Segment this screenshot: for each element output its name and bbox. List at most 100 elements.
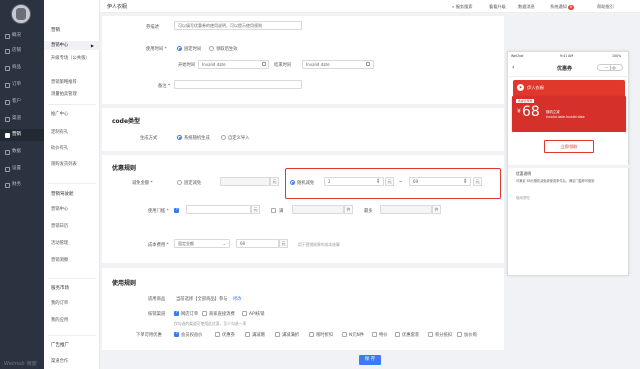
capsule-menu[interactable]: ··· | ◎ bbox=[597, 64, 623, 71]
subnav-item[interactable]: 定制有礼 bbox=[44, 128, 100, 137]
data-message-link[interactable]: 数据消息 bbox=[518, 4, 535, 10]
subnav-section-title: 广告推广 bbox=[51, 343, 69, 348]
desc-label: 券描述 bbox=[146, 25, 159, 30]
sidebar-item-finance[interactable]: 财务 bbox=[0, 179, 44, 191]
scene-label: 下单可用优惠 bbox=[136, 333, 162, 338]
cost-type-select[interactable]: 固定金额 ⌄ bbox=[174, 239, 230, 248]
max-input[interactable] bbox=[380, 205, 432, 214]
phone-title: 优惠券 bbox=[557, 66, 573, 72]
section-title: 优惠规则 bbox=[112, 165, 137, 172]
back-icon[interactable]: ‹ bbox=[512, 64, 514, 71]
desc-title: 优惠说明 bbox=[516, 171, 532, 176]
subnav-title: 营销 bbox=[51, 28, 60, 33]
scene-checkbox[interactable] bbox=[457, 332, 462, 337]
subnav-item[interactable]: 营销策略推荐 bbox=[44, 78, 100, 87]
desc-input[interactable]: 可以填写优惠券的使用说明，可以提示使用规则 bbox=[174, 21, 302, 30]
data-icon bbox=[5, 149, 10, 155]
cost-value-input[interactable]: 68 bbox=[236, 239, 279, 248]
fixed-reduce-radio[interactable] bbox=[177, 180, 182, 185]
scene-checkbox[interactable] bbox=[275, 332, 280, 337]
section-title: 使用规则 bbox=[112, 280, 137, 287]
subnav-item[interactable]: 砍价有礼 bbox=[44, 144, 100, 153]
yuan-unit: 元 bbox=[270, 177, 279, 186]
help-link[interactable]: 帮助指引 bbox=[597, 4, 614, 10]
status-bar: WeChat 9:41 AM 100% bbox=[511, 54, 622, 58]
system-random-radio[interactable] bbox=[177, 135, 182, 140]
subnav-section-title: 服务市场 bbox=[51, 286, 69, 291]
get-coupon-button[interactable]: 立即领取 bbox=[544, 140, 594, 153]
scene-checkbox[interactable] bbox=[174, 331, 179, 337]
order-icon bbox=[5, 82, 10, 88]
yuan-unit: 元 bbox=[279, 239, 288, 248]
threshold-input[interactable] bbox=[186, 205, 251, 214]
after-receive-radio[interactable] bbox=[209, 46, 214, 51]
subnav-item[interactable]: 营销洞察 bbox=[44, 256, 100, 265]
rules-title: 使用须知 bbox=[516, 196, 530, 200]
system-notice-link[interactable]: 系统通知 6 bbox=[550, 4, 575, 10]
subnav-item[interactable]: 营销日历 bbox=[44, 222, 100, 231]
sidebar-item-channels[interactable]: 渠道 bbox=[0, 113, 44, 125]
scene-checkbox[interactable] bbox=[395, 332, 400, 337]
subnav-item[interactable]: 营销中心 bbox=[44, 205, 100, 214]
sidebar-item-customers[interactable]: 客户 bbox=[0, 96, 44, 108]
scene-checkbox[interactable] bbox=[428, 332, 433, 337]
channel-checkbox[interactable] bbox=[174, 310, 179, 316]
calendar-icon[interactable] bbox=[366, 62, 370, 66]
reduce-amount-label: 减免金额 * bbox=[132, 181, 153, 186]
cost-label: 成本费用 * bbox=[148, 243, 169, 248]
coupon-amount: 68 bbox=[522, 104, 540, 120]
sidebar-item-goods[interactable]: 商品 bbox=[0, 62, 44, 74]
phone-preview: WeChat 9:41 AM 100% ‹ 优惠券 ··· | ◎ ◆ 伊人衣橱… bbox=[507, 51, 630, 276]
fixed-time-radio[interactable] bbox=[177, 46, 182, 51]
calendar-icon[interactable] bbox=[262, 62, 266, 66]
upgrade-link[interactable]: 看看升级 bbox=[489, 4, 506, 10]
top-bar: 伊人衣橱 ⌕ 服务搜索 看看升级 数据消息 系统通知 6 帮助指引 bbox=[100, 0, 640, 13]
sidebar-item-overview[interactable]: 概况 bbox=[0, 30, 44, 42]
subnav-item[interactable]: 限购发货列表 bbox=[44, 160, 100, 169]
sidebar-item-data[interactable]: 数据 bbox=[0, 146, 44, 158]
modify-goods-link[interactable]: 修改 bbox=[233, 296, 242, 302]
piece-unit: 件 bbox=[432, 205, 441, 214]
subnav-item[interactable]: 推广中心 bbox=[44, 110, 100, 119]
subnav-item[interactable]: 我的应用 bbox=[44, 316, 100, 325]
subnav-item[interactable]: 升级专场（公共版） bbox=[44, 55, 100, 69]
notice-badge: 6 bbox=[567, 4, 575, 10]
subnav-item[interactable]: 营销中心 ▶ bbox=[44, 41, 100, 50]
weimob-logo: Weimob 微盟 bbox=[4, 361, 37, 367]
sidebar-item-settings[interactable]: 设置 bbox=[0, 163, 44, 175]
scene-checkbox[interactable] bbox=[342, 332, 347, 337]
notes-input[interactable] bbox=[174, 80, 302, 89]
sidebar-item-store[interactable]: 店铺 bbox=[0, 45, 44, 57]
channel-icon bbox=[5, 116, 10, 122]
threshold-label: 使用门槛 * bbox=[148, 209, 169, 214]
sidebar-item-orders[interactable]: 订单 bbox=[0, 79, 44, 91]
end-date-input[interactable]: Invalid date bbox=[302, 60, 374, 69]
scene-checkbox[interactable] bbox=[215, 332, 220, 337]
channel-checkbox[interactable] bbox=[242, 311, 247, 316]
notes-label: 备注 * bbox=[158, 84, 171, 89]
finance-icon bbox=[5, 182, 10, 188]
scene-checkbox[interactable] bbox=[372, 332, 377, 337]
subnav-item[interactable]: 我的订单 bbox=[44, 299, 100, 308]
start-date-input[interactable]: Invalid date bbox=[198, 60, 269, 69]
goods-icon bbox=[5, 65, 10, 71]
subnav-item[interactable]: 活动管理 bbox=[44, 239, 100, 248]
save-button[interactable]: 保 存 bbox=[359, 355, 381, 365]
cost-hint: 用于营销效果的成本核算 bbox=[298, 242, 340, 247]
sidebar-item-marketing[interactable]: 营销 bbox=[0, 129, 44, 141]
custom-import-radio[interactable] bbox=[221, 135, 226, 140]
subnav-item[interactable]: 测量拍卖管理 bbox=[44, 90, 100, 99]
shop-name: 伊人衣橱 bbox=[527, 85, 544, 90]
subnav-item[interactable]: 渠道合作 bbox=[44, 357, 100, 366]
scene-checkbox[interactable] bbox=[245, 332, 250, 337]
scene-checkbox[interactable] bbox=[309, 332, 314, 337]
channel-checkbox[interactable] bbox=[202, 311, 207, 316]
threshold-checkbox[interactable] bbox=[174, 207, 179, 213]
channel-label: 核销渠道 bbox=[148, 312, 166, 317]
channel-hint: 仅勾选的渠道可使用此优惠，至少勾选一项 bbox=[174, 321, 247, 326]
reach-input[interactable] bbox=[292, 205, 344, 214]
service-search[interactable]: ⌕ 服务搜索 bbox=[452, 4, 472, 10]
fixed-amount-input[interactable] bbox=[220, 177, 270, 186]
store-avatar[interactable] bbox=[11, 4, 31, 24]
reach-checkbox[interactable] bbox=[271, 208, 276, 213]
